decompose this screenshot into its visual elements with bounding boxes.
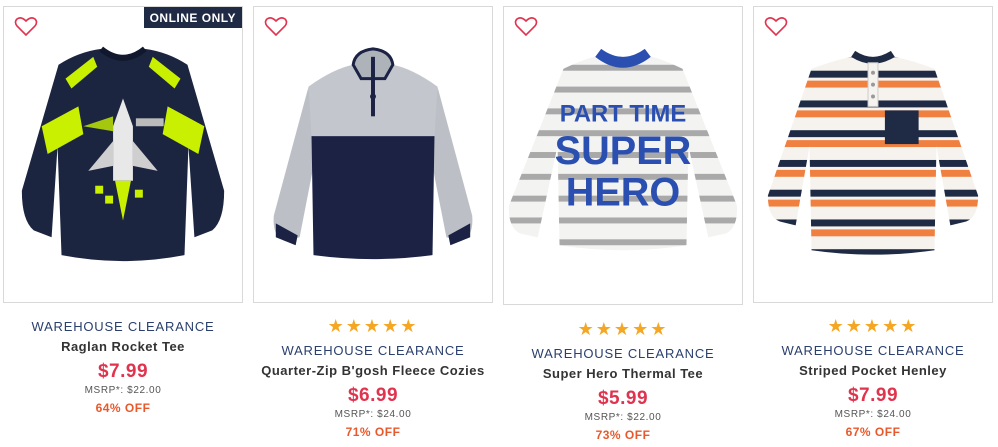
shirt-graphic-text-line1: PART TIME <box>560 100 686 127</box>
favorite-heart-icon[interactable] <box>514 15 538 37</box>
favorite-heart-icon[interactable] <box>764 15 788 37</box>
product-name[interactable]: Super Hero Thermal Tee <box>503 366 743 382</box>
shirt-graphic-text-line2: SUPER <box>555 129 692 173</box>
product-price: $5.99 <box>597 388 649 409</box>
product-msrp: MSRP*: $22.00 <box>584 412 662 423</box>
product-image-frame[interactable] <box>753 6 993 303</box>
rating-stars: ★★★★★ <box>827 316 919 336</box>
product-discount: 73% OFF <box>595 428 651 442</box>
product-image-frame[interactable]: PART TIME SUPER HERO <box>503 6 743 305</box>
product-info: WAREHOUSE CLEARANCE Raglan Rocket Tee $7… <box>3 319 243 415</box>
product-name[interactable]: Quarter-Zip B'gosh Fleece Cozies <box>253 363 493 379</box>
raglan-rocket-tee-image[interactable] <box>4 7 242 302</box>
product-image-frame[interactable] <box>253 6 493 303</box>
rating-stars: ★★★★★ <box>577 319 669 339</box>
online-only-badge: ONLINE ONLY <box>143 7 242 28</box>
product-msrp: MSRP*: $24.00 <box>834 409 912 420</box>
product-info: ★★★★★ WAREHOUSE CLEARANCE Super Hero The… <box>503 320 743 442</box>
shirt-graphic-text-line3: HERO <box>566 171 681 215</box>
product-name[interactable]: Striped Pocket Henley <box>753 363 993 379</box>
product-brand: WAREHOUSE CLEARANCE <box>531 346 715 361</box>
favorite-heart-icon[interactable] <box>264 15 288 37</box>
rating-stars: ★★★★★ <box>327 316 419 336</box>
product-discount: 67% OFF <box>845 425 901 439</box>
striped-pocket-henley-image[interactable] <box>754 7 992 302</box>
product-image-frame[interactable]: ONLINE ONLY <box>3 6 243 303</box>
super-hero-thermal-tee-image[interactable]: PART TIME SUPER HERO <box>504 7 742 304</box>
product-discount: 64% OFF <box>95 401 151 415</box>
product-price: $6.99 <box>347 385 399 406</box>
product-info: ★★★★★ WAREHOUSE CLEARANCE Quarter-Zip B'… <box>253 317 493 439</box>
product-info: ★★★★★ WAREHOUSE CLEARANCE Striped Pocket… <box>753 317 993 439</box>
product-name[interactable]: Raglan Rocket Tee <box>3 339 243 355</box>
product-brand: WAREHOUSE CLEARANCE <box>281 343 465 358</box>
product-brand: WAREHOUSE CLEARANCE <box>781 343 965 358</box>
product-price: $7.99 <box>847 385 899 406</box>
product-brand: WAREHOUSE CLEARANCE <box>31 319 215 334</box>
product-price: $7.99 <box>97 361 149 382</box>
product-msrp: MSRP*: $24.00 <box>334 409 412 420</box>
product-discount: 71% OFF <box>345 425 401 439</box>
quarter-zip-fleece-image[interactable] <box>254 7 492 302</box>
favorite-heart-icon[interactable] <box>14 15 38 37</box>
product-msrp: MSRP*: $22.00 <box>84 385 162 396</box>
